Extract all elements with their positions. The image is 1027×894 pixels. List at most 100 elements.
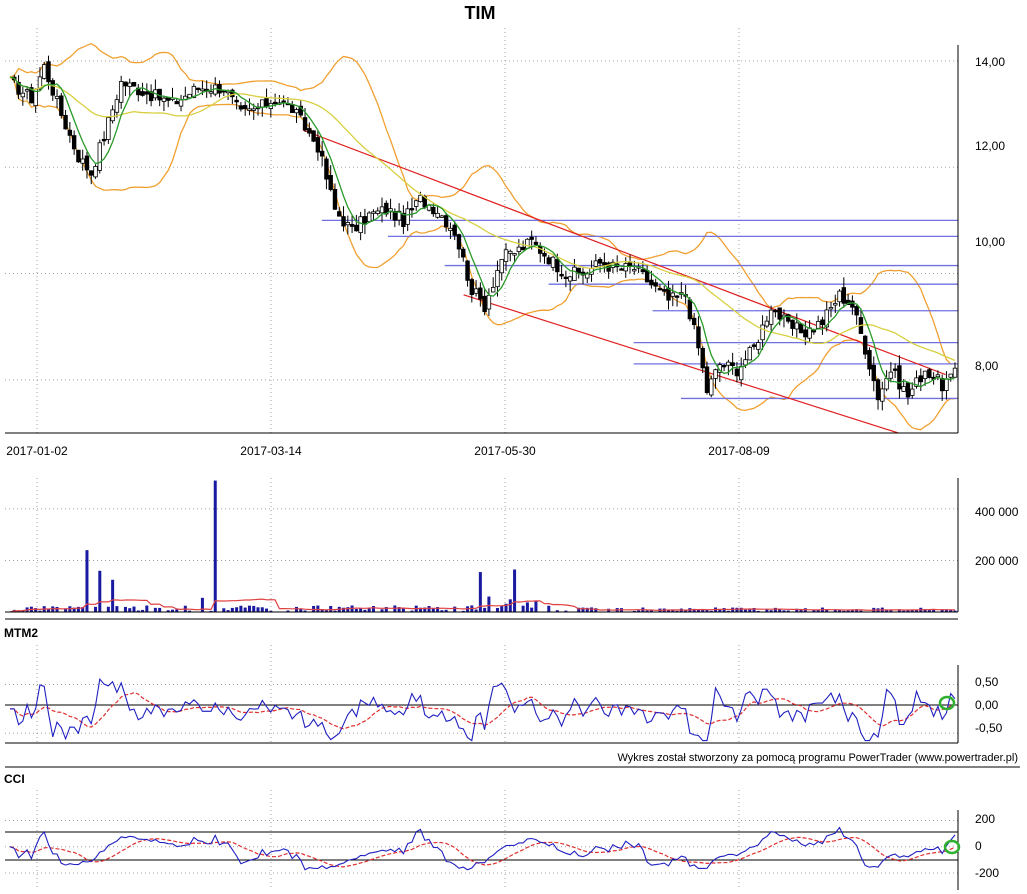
- candle-body: [302, 117, 308, 131]
- volume-bar: [106, 606, 110, 612]
- volume-bar: [722, 608, 726, 612]
- candle-body: [251, 108, 256, 111]
- candle-body: [850, 300, 855, 308]
- candle-body: [901, 386, 906, 392]
- candle-body: [439, 215, 445, 218]
- candle-body: [550, 256, 556, 268]
- candle-body: [106, 117, 111, 140]
- candle-body: [42, 64, 47, 79]
- candle-body: [358, 216, 363, 234]
- candle-body: [828, 307, 834, 310]
- volume-bar: [213, 480, 217, 612]
- volume-bar: [521, 605, 525, 612]
- candle-body: [918, 375, 923, 383]
- volume-average: [9, 598, 956, 613]
- candle-body: [71, 135, 77, 150]
- candle-body: [935, 374, 941, 378]
- cci-tick-neg200: -200: [975, 866, 999, 880]
- candle-body: [525, 238, 530, 249]
- candle-body: [777, 307, 782, 320]
- mtm2-tick-zero: 0,00: [975, 698, 999, 712]
- candle-body: [880, 388, 885, 402]
- cci-tick-200: 200: [975, 812, 995, 826]
- candle-body: [520, 246, 526, 251]
- candle-body: [786, 314, 791, 322]
- candle-body: [260, 99, 265, 108]
- candle-body: [324, 158, 329, 180]
- candle-body: [653, 282, 658, 287]
- volume-bar: [495, 607, 499, 612]
- candle-body: [456, 234, 462, 250]
- mtm2-line: [10, 677, 956, 742]
- candle-body: [691, 317, 697, 326]
- volume-bar: [487, 596, 491, 612]
- candle-body: [414, 200, 419, 207]
- volume-bar: [128, 608, 132, 612]
- candle-body: [910, 388, 915, 396]
- candle-body: [93, 166, 98, 178]
- candle-body: [345, 222, 351, 226]
- candle-body: [892, 368, 898, 371]
- candle-body: [863, 335, 868, 355]
- volume-bar: [132, 606, 136, 612]
- candle-body: [490, 286, 496, 293]
- candle-body: [238, 105, 244, 110]
- volume-bar: [371, 606, 375, 612]
- volume-bar: [500, 606, 504, 612]
- candle-body: [486, 295, 492, 310]
- volume-bar: [547, 605, 551, 612]
- candle-body: [944, 378, 949, 391]
- candle-body: [67, 129, 73, 136]
- candle-body: [768, 309, 774, 325]
- volume-bar: [525, 602, 529, 612]
- candle-body: [854, 306, 859, 316]
- candle-body: [50, 80, 55, 96]
- mtm2-grid: [5, 645, 958, 743]
- volume-bar: [530, 607, 534, 612]
- volume-bar: [735, 607, 739, 612]
- candle-body: [709, 378, 714, 396]
- price-tick-14: 14,00: [975, 55, 1005, 69]
- candle-body: [533, 241, 539, 245]
- ma-short-line: [9, 76, 956, 388]
- cci-panel: CCI 200 0 -200: [4, 772, 999, 890]
- candle-body: [657, 288, 663, 291]
- candle-body: [307, 128, 312, 134]
- candle-body: [294, 109, 299, 114]
- candle-body: [127, 82, 132, 87]
- candle-body: [161, 97, 167, 102]
- volume-tick-400k: 400 000: [975, 505, 1019, 519]
- candle-body: [354, 224, 359, 232]
- price-panel: 14,00 12,00 10,00 8,00 2017-01-02 2017-0…: [5, 28, 1005, 458]
- candle-body: [234, 99, 239, 103]
- bollinger-lower: [9, 76, 955, 431]
- candle-body: [927, 369, 932, 378]
- candle-body: [118, 81, 124, 103]
- candle-body: [567, 276, 573, 282]
- volume-bar: [222, 608, 226, 612]
- mtm2-tick-neg: -0,50: [975, 721, 1003, 735]
- volume-bar: [252, 605, 256, 612]
- candle-body: [700, 347, 705, 369]
- candle-body: [670, 292, 675, 297]
- candle-body: [730, 362, 735, 367]
- candle-body: [264, 97, 269, 107]
- candle-body: [888, 371, 894, 379]
- candle-body: [632, 269, 637, 272]
- candle-body: [623, 263, 628, 272]
- candle-body: [867, 350, 872, 370]
- candle-body: [495, 270, 500, 288]
- candle-body: [461, 248, 466, 258]
- candle-body: [174, 101, 179, 105]
- moving-averages: [9, 76, 956, 388]
- candle-body: [59, 95, 64, 116]
- candle-body: [734, 368, 740, 377]
- candle-body: [726, 361, 731, 366]
- candle-body: [465, 260, 470, 281]
- candle-body: [469, 279, 475, 296]
- candle-body: [332, 189, 338, 210]
- volume-bar: [230, 607, 234, 612]
- volume-bar: [508, 599, 512, 612]
- candle-body: [798, 323, 804, 334]
- candle-body: [208, 91, 214, 94]
